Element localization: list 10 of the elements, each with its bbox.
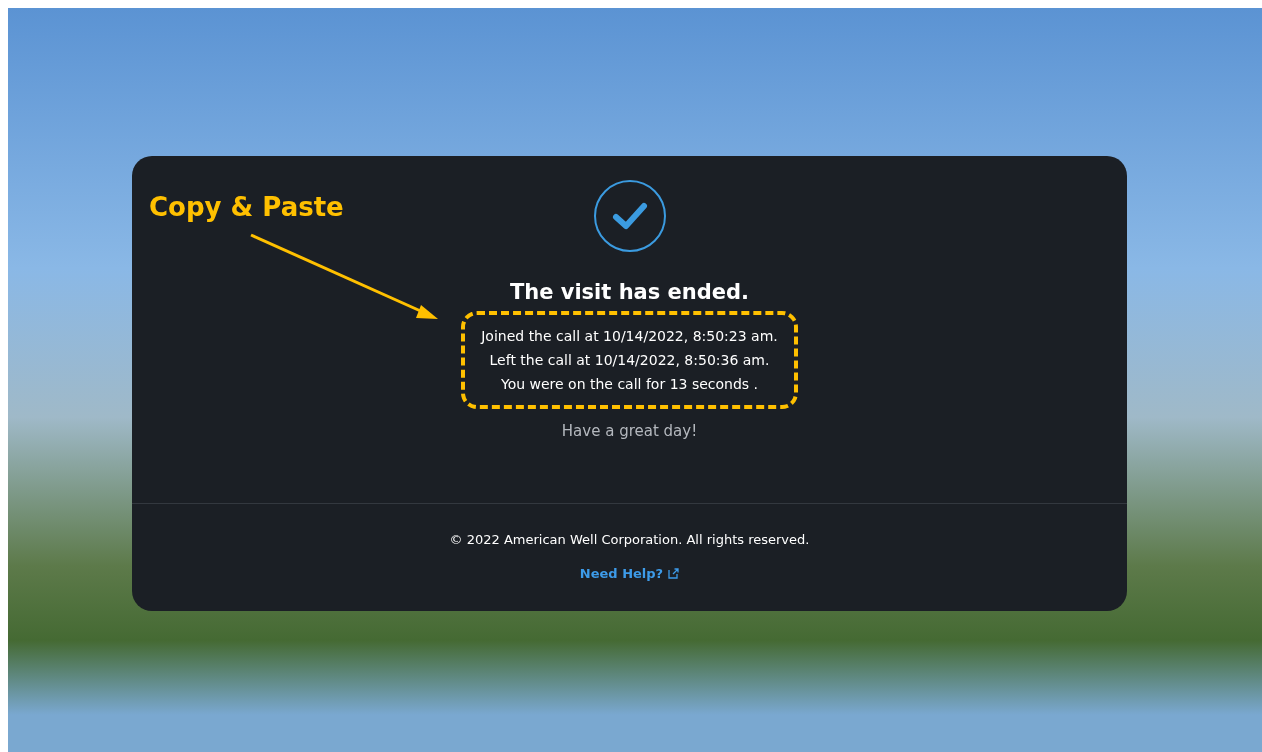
call-detail-text: Joined the call at 10/14/2022, 8:50:23 am.	[481, 327, 778, 346]
copyright-text: © 2022 American Well Corporation. All rights reserved.	[449, 531, 810, 549]
checkmark-circle-icon	[592, 179, 667, 253]
call-detail-text: Left the call at 10/14/2022, 8:50:36 am.	[489, 351, 770, 370]
external-link-icon	[668, 568, 680, 579]
need-help-link[interactable]: Need Help?	[579, 566, 680, 581]
call-detail-text: You were on the call for 13 seconds .	[500, 375, 759, 394]
annotation-label: Copy & Paste	[149, 192, 344, 222]
visit-ended-title: The visit has ended.	[509, 279, 750, 306]
farewell-text: Have a great day!	[561, 422, 698, 440]
